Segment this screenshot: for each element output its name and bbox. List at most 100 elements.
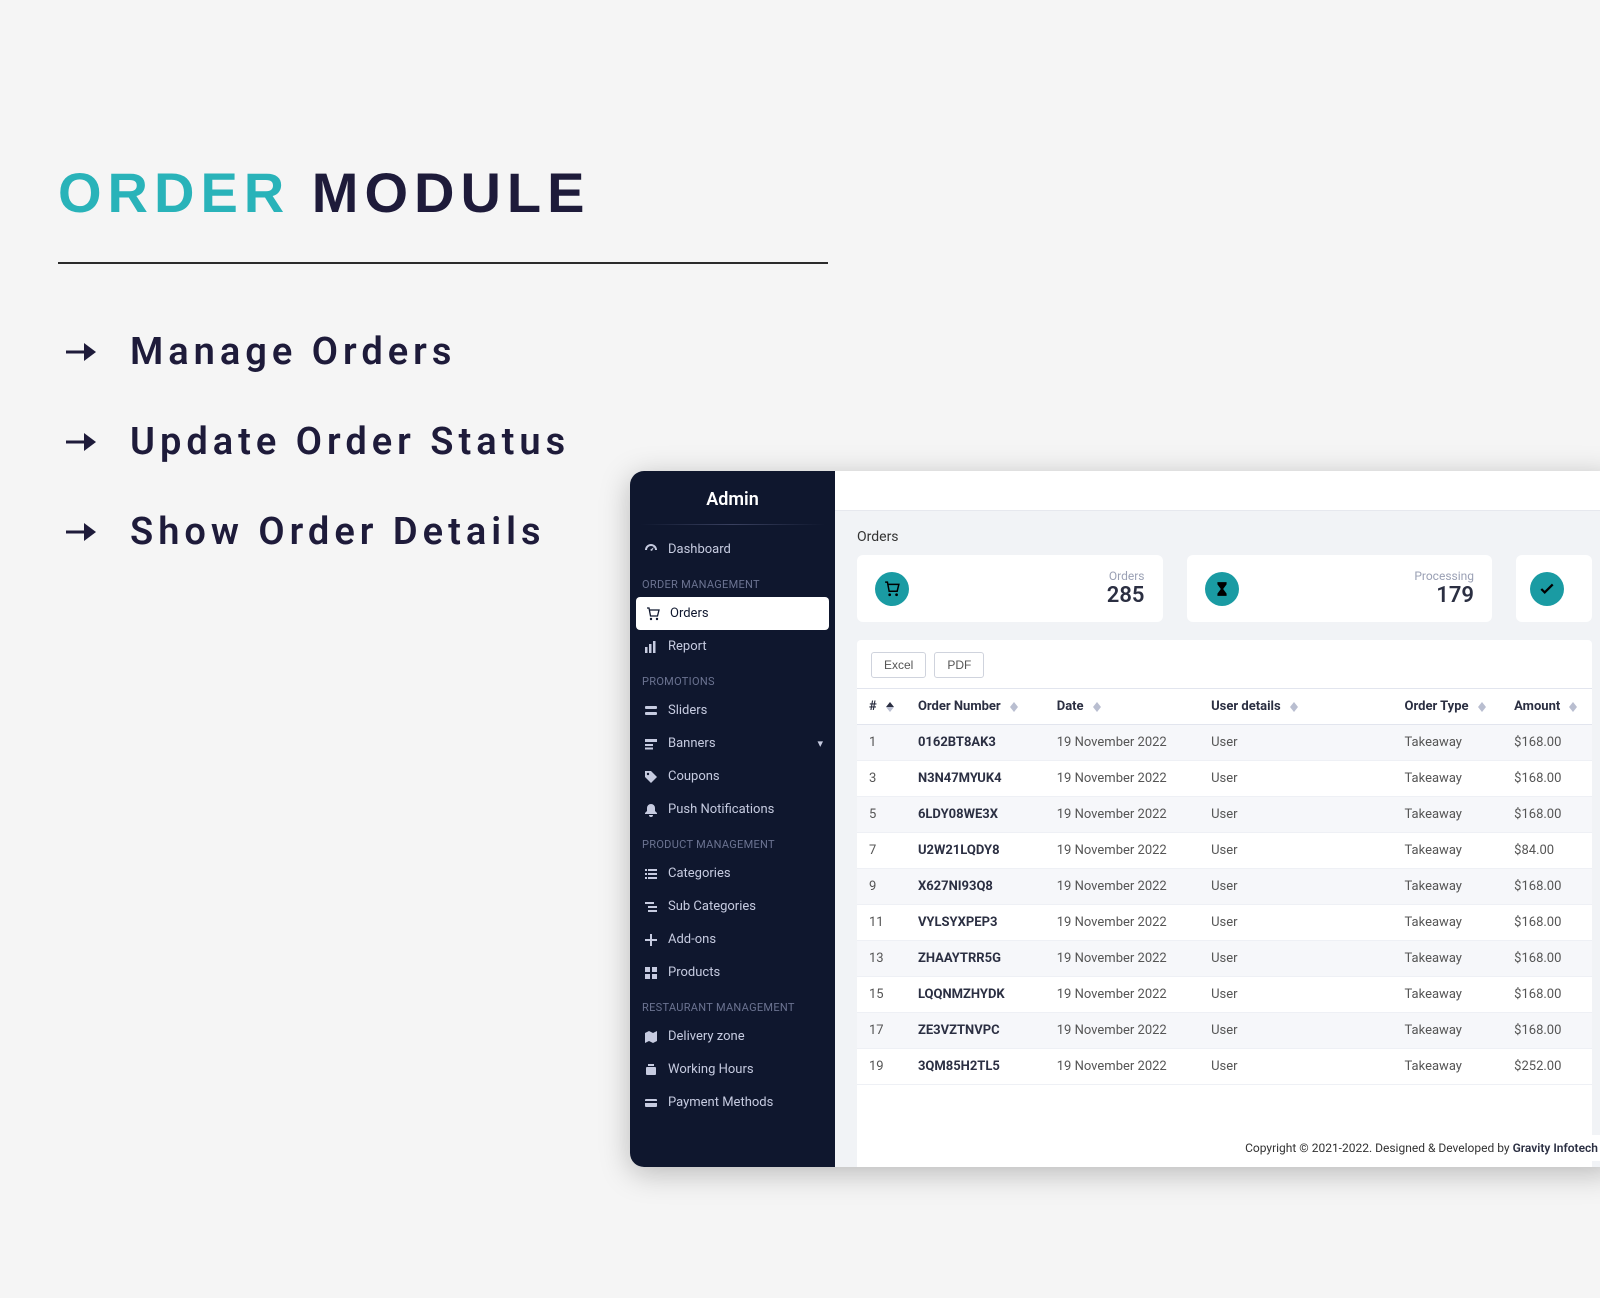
stat-label: Orders — [1107, 569, 1145, 583]
cell-amount: $168.00 — [1502, 977, 1592, 1013]
tag-icon — [644, 770, 658, 784]
bullet-item: Manage Orders — [66, 330, 570, 374]
cell-index: 11 — [857, 905, 906, 941]
sidebar-item-categories[interactable]: Categories — [630, 857, 835, 890]
table-row[interactable]: 5 6LDY08WE3X 19 November 2022 User Takea… — [857, 797, 1592, 833]
sort-icon — [886, 702, 894, 712]
main-area: Orders Orders 285 Processing 179 Excel P… — [835, 471, 1600, 1167]
table-row[interactable]: 11 VYLSYXPEP3 19 November 2022 User Take… — [857, 905, 1592, 941]
cell-amount: $84.00 — [1502, 833, 1592, 869]
sidebar-item-report[interactable]: Report — [630, 630, 835, 663]
sidebar-item-label: Sub Categories — [668, 899, 756, 914]
slide-title-part1: ORDER — [58, 161, 290, 224]
bullets-list: Manage Orders Update Order Status Show O… — [66, 330, 570, 600]
sidebar-item-sub-categories[interactable]: Sub Categories — [630, 890, 835, 923]
sidebar-item-banners[interactable]: Banners ▾ — [630, 727, 835, 760]
cell-index: 7 — [857, 833, 906, 869]
cell-order-type: Takeaway — [1393, 797, 1503, 833]
sidebar-item-push-notifications[interactable]: Push Notifications — [630, 793, 835, 826]
export-pdf-button[interactable]: PDF — [934, 652, 984, 678]
cell-amount: $168.00 — [1502, 869, 1592, 905]
table-row[interactable]: 17 ZE3VZTNVPC 19 November 2022 User Take… — [857, 1013, 1592, 1049]
plus-icon — [644, 933, 658, 947]
column-header-amount[interactable]: Amount — [1502, 689, 1592, 725]
sliders-icon — [644, 704, 658, 718]
sidebar-item-add-ons[interactable]: Add-ons — [630, 923, 835, 956]
cell-date: 19 November 2022 — [1045, 1049, 1199, 1085]
sidebar-item-coupons[interactable]: Coupons — [630, 760, 835, 793]
cell-order-number: U2W21LQDY8 — [906, 833, 1045, 869]
map-icon — [644, 1030, 658, 1044]
slide-title-part2: MODULE — [290, 161, 590, 224]
cell-order-number: LQQNMZHYDK — [906, 977, 1045, 1013]
stat-card-completed[interactable] — [1516, 555, 1592, 622]
bullet-text: Show Order Details — [130, 510, 546, 554]
cell-order-number: 6LDY08WE3X — [906, 797, 1045, 833]
list-icon — [644, 867, 658, 881]
arrow-right-icon — [66, 521, 96, 543]
table-row[interactable]: 13 ZHAAYTRR5G 19 November 2022 User Take… — [857, 941, 1592, 977]
column-header-label: Order Number — [918, 699, 1001, 714]
cell-user-details: User — [1199, 869, 1392, 905]
sort-icon — [1290, 702, 1298, 712]
table-row[interactable]: 9 X627NI93Q8 19 November 2022 User Takea… — [857, 869, 1592, 905]
column-header-order-type[interactable]: Order Type — [1393, 689, 1503, 725]
cell-user-details: User — [1199, 941, 1392, 977]
column-header-[interactable]: # — [857, 689, 906, 725]
cell-amount: $168.00 — [1502, 797, 1592, 833]
sidebar-item-label: Banners — [668, 736, 716, 751]
chevron-down-icon: ▾ — [817, 737, 823, 750]
column-header-order-number[interactable]: Order Number — [906, 689, 1045, 725]
table-row[interactable]: 3 N3N47MYUK4 19 November 2022 User Takea… — [857, 761, 1592, 797]
cell-order-type: Takeaway — [1393, 1013, 1503, 1049]
cell-date: 19 November 2022 — [1045, 761, 1199, 797]
sidebar-item-working-hours[interactable]: Working Hours — [630, 1053, 835, 1086]
sidebar-item-orders[interactable]: Orders — [636, 597, 829, 630]
stat-card-orders[interactable]: Orders 285 — [857, 555, 1163, 622]
stat-card-processing[interactable]: Processing 179 — [1187, 555, 1493, 622]
gauge-icon — [644, 543, 658, 557]
column-header-date[interactable]: Date — [1045, 689, 1199, 725]
sidebar-item-label: Working Hours — [668, 1062, 754, 1077]
footer-link[interactable]: Gravity Infotech — [1513, 1141, 1598, 1155]
sidebar-divider — [640, 524, 825, 525]
sidebar-title: Admin — [630, 471, 835, 524]
table-row[interactable]: 1 0162BT8AK3 19 November 2022 User Takea… — [857, 725, 1592, 761]
cell-amount: $168.00 — [1502, 761, 1592, 797]
stat-value: 179 — [1414, 583, 1474, 608]
cell-index: 15 — [857, 977, 906, 1013]
sort-icon — [1569, 702, 1577, 712]
footer: Copyright © 2021-2022. Designed & Develo… — [1239, 1135, 1600, 1161]
stat-cards: Orders 285 Processing 179 — [835, 555, 1600, 640]
sidebar-item-payment-methods[interactable]: Payment Methods — [630, 1086, 835, 1119]
sidebar-item-label: Dashboard — [668, 542, 731, 557]
column-header-user-details[interactable]: User details — [1199, 689, 1392, 725]
table-row[interactable]: 19 3QM85H2TL5 19 November 2022 User Take… — [857, 1049, 1592, 1085]
slide-title-divider — [58, 262, 828, 264]
cell-amount: $168.00 — [1502, 725, 1592, 761]
cell-user-details: User — [1199, 833, 1392, 869]
cell-index: 19 — [857, 1049, 906, 1085]
export-excel-button[interactable]: Excel — [871, 652, 926, 678]
sidebar-item-sliders[interactable]: Sliders — [630, 694, 835, 727]
stat-text: Processing 179 — [1414, 569, 1474, 608]
arrow-right-icon — [66, 431, 96, 453]
stat-label: Processing — [1414, 569, 1474, 583]
sidebar-item-products[interactable]: Products — [630, 956, 835, 989]
sidebar-item-delivery-zone[interactable]: Delivery zone — [630, 1020, 835, 1053]
sidebar-item-dashboard[interactable]: Dashboard — [630, 533, 835, 566]
cart-icon — [875, 572, 909, 606]
cell-index: 1 — [857, 725, 906, 761]
barchart-icon — [644, 640, 658, 654]
table-row[interactable]: 7 U2W21LQDY8 19 November 2022 User Takea… — [857, 833, 1592, 869]
sidebar: Admin Dashboard ORDER MANAGEMENT Orders … — [630, 471, 835, 1167]
table-row[interactable]: 15 LQQNMZHYDK 19 November 2022 User Take… — [857, 977, 1592, 1013]
cell-order-number: VYLSYXPEP3 — [906, 905, 1045, 941]
cell-user-details: User — [1199, 977, 1392, 1013]
column-header-label: Date — [1057, 699, 1084, 714]
bullet-item: Update Order Status — [66, 420, 570, 464]
clock-icon — [644, 1063, 658, 1077]
sidebar-item-label: Push Notifications — [668, 802, 774, 817]
sidebar-item-label: Categories — [668, 866, 731, 881]
cell-order-type: Takeaway — [1393, 725, 1503, 761]
